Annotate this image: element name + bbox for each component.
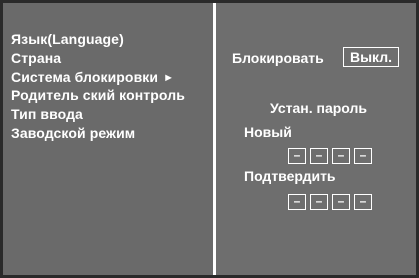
menu-item-label: Тип ввода <box>11 106 83 123</box>
osd-menu-window: Язык(Language) Страна Система блокировки… <box>0 0 419 278</box>
new-password-label: Новый <box>244 124 292 140</box>
menu-item-factory-mode[interactable]: Заводской режим <box>11 124 185 143</box>
menu-item-label: Родитель ский контроль <box>11 87 185 104</box>
menu-item-country[interactable]: Страна <box>11 49 185 68</box>
set-password-label: Устан. пароль <box>270 100 367 116</box>
menu-item-label: Заводской режим <box>11 124 136 141</box>
main-menu-list: Язык(Language) Страна Система блокировки… <box>11 30 185 143</box>
menu-item-language[interactable]: Язык(Language) <box>11 30 185 49</box>
confirm-password-digit-4[interactable]: – <box>354 194 372 210</box>
menu-item-label: Язык(Language) <box>11 31 124 47</box>
menu-item-lock-system[interactable]: Система блокировки ► <box>11 68 185 87</box>
lock-value-toggle[interactable]: Выкл. <box>343 47 399 67</box>
main-menu-panel: Язык(Language) Страна Система блокировки… <box>3 3 216 275</box>
new-password-digit-2[interactable]: – <box>310 148 328 164</box>
menu-item-label: Страна <box>11 49 62 66</box>
arrow-right-icon: ► <box>163 71 175 84</box>
new-password-input: – – – – <box>288 148 372 164</box>
menu-item-input-type[interactable]: Тип ввода <box>11 105 185 124</box>
confirm-password-digit-2[interactable]: – <box>310 194 328 210</box>
confirm-password-label: Подтвердить <box>244 168 336 184</box>
confirm-password-digit-3[interactable]: – <box>332 194 350 210</box>
lock-label: Блокировать <box>232 50 324 66</box>
new-password-digit-3[interactable]: – <box>332 148 350 164</box>
menu-item-parental-control[interactable]: Родитель ский контроль <box>11 86 185 105</box>
menu-item-label: Система блокировки <box>11 68 159 85</box>
confirm-password-digit-1[interactable]: – <box>288 194 306 210</box>
new-password-digit-4[interactable]: – <box>354 148 372 164</box>
lock-system-panel: Блокировать Выкл. Устан. пароль Новый – … <box>216 3 416 275</box>
confirm-password-input: – – – – <box>288 194 372 210</box>
new-password-digit-1[interactable]: – <box>288 148 306 164</box>
